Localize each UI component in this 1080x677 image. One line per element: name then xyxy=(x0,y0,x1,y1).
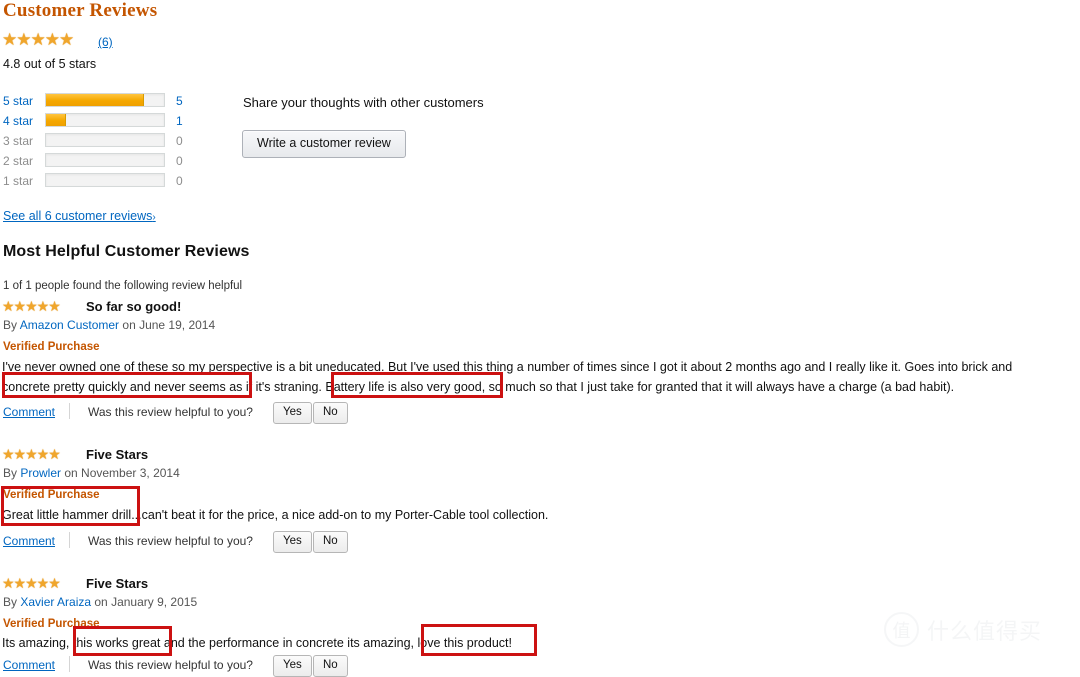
see-all-reviews-link[interactable]: See all 6 customer reviews› xyxy=(3,209,156,223)
review-title[interactable]: So far so good! xyxy=(86,299,181,314)
action-divider xyxy=(69,403,70,419)
review-author-link[interactable]: Xavier Araiza xyxy=(20,595,91,609)
verified-purchase-badge: Verified Purchase xyxy=(3,489,100,501)
review-helpful-yes-button[interactable]: Yes xyxy=(273,531,312,554)
review-actions: Comment Was this review helpful to you? … xyxy=(3,531,363,554)
review-helpful-question: Was this review helpful to you? xyxy=(88,405,253,419)
histogram-fill-4star xyxy=(46,114,67,126)
byline-date: on June 19, 2014 xyxy=(119,318,216,332)
histogram-count-4star[interactable]: 1 xyxy=(176,114,183,128)
histogram-row-2: 2 star 0 xyxy=(0,152,200,172)
share-thoughts-prompt: Share your thoughts with other customers xyxy=(243,95,484,110)
histogram-label-3star: 3 star xyxy=(3,134,34,148)
page-title: Customer Reviews xyxy=(3,0,158,21)
histogram-label-5star[interactable]: 5 star xyxy=(3,94,43,108)
review-comment-link[interactable]: Comment xyxy=(3,405,55,419)
review-rating-stars: ★★★★★ xyxy=(2,446,61,462)
average-rating-text: 4.8 out of 5 stars xyxy=(3,57,97,71)
histogram-row-4[interactable]: 4 star 1 xyxy=(0,112,200,132)
chevron-right-icon: › xyxy=(152,212,156,223)
histogram-label-1star: 1 star xyxy=(3,174,34,188)
watermark-text: 什么值得买 xyxy=(927,619,1043,645)
histogram-track-3star xyxy=(45,133,165,147)
rating-histogram: 5 star 5 4 star 1 3 star 0 2 star 0 1 st… xyxy=(0,92,200,192)
review-byline: By Xavier Araiza on January 9, 2015 xyxy=(3,595,197,609)
review-rating-stars: ★★★★★ xyxy=(2,298,61,314)
histogram-count-3star: 0 xyxy=(176,134,183,148)
histogram-fill-5star xyxy=(46,94,144,106)
action-divider xyxy=(69,532,70,548)
review-helpful-question: Was this review helpful to you? xyxy=(88,534,253,548)
review-actions: Comment Was this review helpful to you? … xyxy=(3,655,363,677)
most-helpful-section-title: Most Helpful Customer Reviews xyxy=(3,243,250,260)
see-all-reviews-label: See all 6 customer reviews xyxy=(3,209,153,223)
overall-rating-stars: ★★★★★ xyxy=(2,30,74,49)
byline-prefix: By xyxy=(3,466,21,480)
byline-date: on November 3, 2014 xyxy=(61,466,180,480)
byline-prefix: By xyxy=(3,318,20,332)
histogram-track-5star xyxy=(45,93,165,107)
overall-stars-glyph: ★★★★★ xyxy=(2,30,74,49)
review-actions: Comment Was this review helpful to you? … xyxy=(3,402,363,425)
review-stars-glyph: ★★★★★ xyxy=(2,575,61,591)
histogram-track-1star xyxy=(45,173,165,187)
histogram-count-2star: 0 xyxy=(176,154,183,168)
byline-date: on January 9, 2015 xyxy=(91,595,198,609)
review-title[interactable]: Five Stars xyxy=(86,576,148,591)
histogram-row-1: 1 star 0 xyxy=(0,172,200,192)
histogram-row-5[interactable]: 5 star 5 xyxy=(0,92,200,112)
histogram-track-4star xyxy=(45,113,165,127)
review-comment-link[interactable]: Comment xyxy=(3,658,55,672)
review-helpful-no-button[interactable]: No xyxy=(313,402,348,425)
histogram-count-1star: 0 xyxy=(176,174,183,188)
review-rating-stars: ★★★★★ xyxy=(2,575,61,591)
write-customer-review-button[interactable]: Write a customer review xyxy=(242,130,406,158)
review-byline: By Prowler on November 3, 2014 xyxy=(3,466,180,480)
review-body-text: Great little hammer drill...can't beat i… xyxy=(2,508,549,522)
review-helpful-no-button[interactable]: No xyxy=(313,655,348,677)
review-helpful-no-button[interactable]: No xyxy=(313,531,348,554)
review-comment-link[interactable]: Comment xyxy=(3,534,55,548)
review-helpful-note: 1 of 1 people found the following review… xyxy=(3,280,243,292)
action-divider xyxy=(69,656,70,672)
histogram-label-2star: 2 star xyxy=(3,154,34,168)
review-helpful-yes-button[interactable]: Yes xyxy=(273,655,312,677)
review-title[interactable]: Five Stars xyxy=(86,447,148,462)
histogram-count-5star[interactable]: 5 xyxy=(176,94,183,108)
histogram-track-2star xyxy=(45,153,165,167)
verified-purchase-badge: Verified Purchase xyxy=(3,341,100,353)
review-author-link[interactable]: Prowler xyxy=(20,466,61,480)
verified-purchase-badge: Verified Purchase xyxy=(3,618,100,630)
site-watermark: 值 什么值得买 xyxy=(884,612,1042,647)
histogram-label-4star[interactable]: 4 star xyxy=(3,114,43,128)
review-count-link[interactable]: (6) xyxy=(98,35,113,49)
review-stars-glyph: ★★★★★ xyxy=(2,446,61,462)
review-byline: By Amazon Customer on June 19, 2014 xyxy=(3,318,215,332)
review-helpful-yes-button[interactable]: Yes xyxy=(273,402,312,425)
customer-reviews-page: Customer Reviews ★★★★★ (6) 4.8 out of 5 … xyxy=(0,0,1080,677)
review-helpful-question: Was this review helpful to you? xyxy=(88,658,253,672)
byline-prefix: By xyxy=(3,595,21,609)
review-author-link[interactable]: Amazon Customer xyxy=(20,318,119,332)
review-body-text: I've never owned one of these so my pers… xyxy=(2,360,1013,394)
review-stars-glyph: ★★★★★ xyxy=(2,298,61,314)
watermark-logo-icon: 值 xyxy=(884,612,919,647)
histogram-row-3: 3 star 0 xyxy=(0,132,200,152)
